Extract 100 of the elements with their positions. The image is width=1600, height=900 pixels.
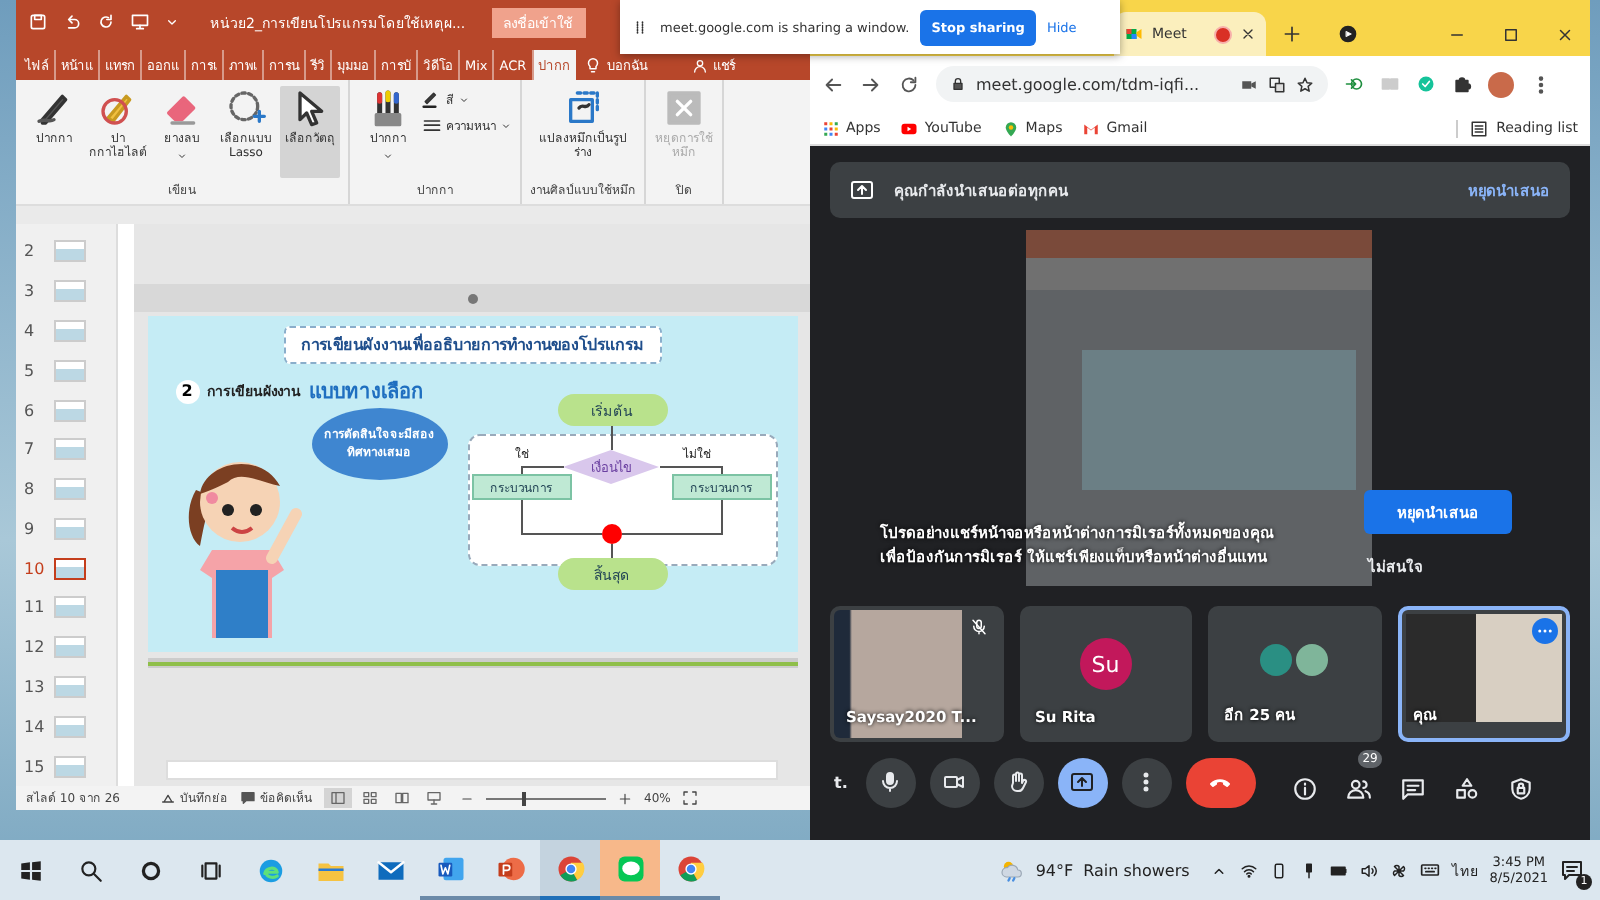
phone-icon[interactable] xyxy=(1269,861,1288,879)
slide-thumbnail[interactable]: 6 xyxy=(16,390,116,430)
scroll-bar[interactable] xyxy=(116,224,134,786)
reload-icon[interactable] xyxy=(898,73,920,95)
wifi-icon[interactable] xyxy=(1239,861,1258,879)
battery-icon[interactable] xyxy=(1329,861,1348,879)
avatar-circle xyxy=(1296,644,1329,676)
present-icon xyxy=(850,178,874,202)
word-icon xyxy=(435,853,465,883)
plus-icon[interactable] xyxy=(1282,24,1302,44)
translate-icon xyxy=(1268,75,1286,93)
slide-heading-highlight: แบบทางเลือก xyxy=(309,378,423,406)
list-icon xyxy=(1470,119,1489,137)
slide-thumbnail[interactable]: 9 xyxy=(16,508,116,549)
shield-lock-icon xyxy=(1508,775,1535,801)
taskbar-app[interactable] xyxy=(600,840,660,900)
slide-thumbnail[interactable]: 12 xyxy=(16,627,116,668)
address-bar[interactable]: meet.google.com/tdm-iqfi... xyxy=(936,66,1328,102)
chat-icon xyxy=(1400,775,1427,801)
weather-text: Rain showers xyxy=(1083,861,1190,879)
presentation-icon[interactable] xyxy=(130,12,150,32)
slide-title: การเขียนผังงานเพื่ออธิบายการทำงานของโปรแกรม xyxy=(283,326,661,364)
save-icon[interactable] xyxy=(28,12,48,32)
close-icon[interactable] xyxy=(1240,26,1256,42)
circle-icon[interactable] xyxy=(137,857,163,883)
maximize-icon[interactable] xyxy=(1502,25,1520,43)
puzzle-icon[interactable] xyxy=(1452,74,1472,94)
star-icon xyxy=(1296,75,1314,93)
slide-thumbnail[interactable]: 13 xyxy=(16,667,116,707)
caret-icon xyxy=(458,94,470,106)
normal-view-icon xyxy=(330,790,346,806)
notification-icon[interactable] xyxy=(1560,858,1584,882)
taskbar-app[interactable] xyxy=(540,840,600,900)
mic-off-icon xyxy=(969,618,987,636)
connector-line xyxy=(520,466,564,475)
book-icon xyxy=(394,790,410,806)
step-number: 2 xyxy=(175,379,199,403)
slide-thumbnail[interactable]: 8 xyxy=(16,469,116,509)
shapes-icon xyxy=(1454,775,1481,801)
meeting-code: t. xyxy=(834,773,848,791)
call-control-button[interactable] xyxy=(1057,757,1108,807)
slide-thumbnail[interactable]: 15 xyxy=(16,746,116,786)
camera-icon xyxy=(1240,75,1258,93)
slide-thumbnail[interactable]: 11 xyxy=(16,588,116,628)
connector-line xyxy=(610,543,612,559)
search-icon[interactable] xyxy=(77,857,103,883)
profile-avatar[interactable] xyxy=(1488,71,1514,97)
slide-thumbnail[interactable]: 3 xyxy=(16,271,116,312)
chat-app-icon xyxy=(615,853,645,883)
call-control-button[interactable] xyxy=(1185,757,1256,807)
task-view-icon[interactable] xyxy=(197,857,223,883)
caret-icon[interactable] xyxy=(164,14,180,30)
slide-thumbnail[interactable]: 7 xyxy=(16,429,116,470)
notes-icon[interactable] xyxy=(160,790,176,806)
connector-line xyxy=(620,499,722,535)
browser-icon xyxy=(255,855,285,885)
pinwheel-icon[interactable] xyxy=(1389,861,1408,879)
slide-thumbnail[interactable]: 14 xyxy=(16,706,116,747)
forward-icon[interactable] xyxy=(860,73,882,95)
windows-icon[interactable] xyxy=(17,857,43,883)
line-weight-icon xyxy=(422,116,442,136)
fit-icon[interactable] xyxy=(682,790,699,806)
speaker-icon[interactable] xyxy=(1359,861,1378,879)
connector-line xyxy=(610,425,612,451)
connector-line xyxy=(520,499,602,535)
presentation-app-icon xyxy=(495,853,525,883)
call-control-button[interactable] xyxy=(865,757,916,807)
close-icon[interactable] xyxy=(1556,25,1574,43)
check-circle-icon[interactable] xyxy=(1416,74,1436,94)
person-icon[interactable] xyxy=(691,57,708,73)
slide-thumbnail[interactable]: 10 xyxy=(16,548,116,589)
mail-icon xyxy=(375,855,405,885)
undo-icon[interactable] xyxy=(62,12,82,32)
back-icon[interactable] xyxy=(822,73,844,95)
call-control-button[interactable] xyxy=(993,757,1044,807)
comment-icon[interactable] xyxy=(240,790,256,806)
lightbulb-icon[interactable] xyxy=(583,56,602,74)
shape-convert-icon xyxy=(563,88,603,128)
present-icon xyxy=(1070,770,1095,794)
scroll-bar[interactable] xyxy=(165,760,779,780)
mail-icon xyxy=(1082,119,1101,137)
hand-icon xyxy=(1006,770,1031,794)
chrome-icon xyxy=(555,853,585,883)
call-control-button[interactable] xyxy=(929,757,980,807)
avatar-circle: Su xyxy=(1079,638,1132,690)
slide-thumbnail[interactable]: 5 xyxy=(16,350,116,391)
grid-view-icon xyxy=(362,790,378,806)
plus-icon[interactable] xyxy=(618,791,632,805)
slide-thumbnail[interactable]: 2 xyxy=(16,232,116,272)
connector-line xyxy=(658,466,722,475)
meet-logo-icon xyxy=(1124,24,1144,44)
caret-icon xyxy=(500,120,512,132)
handle-dot[interactable] xyxy=(467,293,477,303)
view-button[interactable] xyxy=(324,788,352,808)
lasso-icon xyxy=(226,88,266,128)
media-control-icon[interactable] xyxy=(1338,24,1358,44)
keyboard-icon[interactable] xyxy=(1419,860,1440,880)
camera-icon xyxy=(942,770,967,794)
slide-thumbnail[interactable]: 4 xyxy=(16,311,116,351)
redo-icon[interactable] xyxy=(96,12,116,32)
